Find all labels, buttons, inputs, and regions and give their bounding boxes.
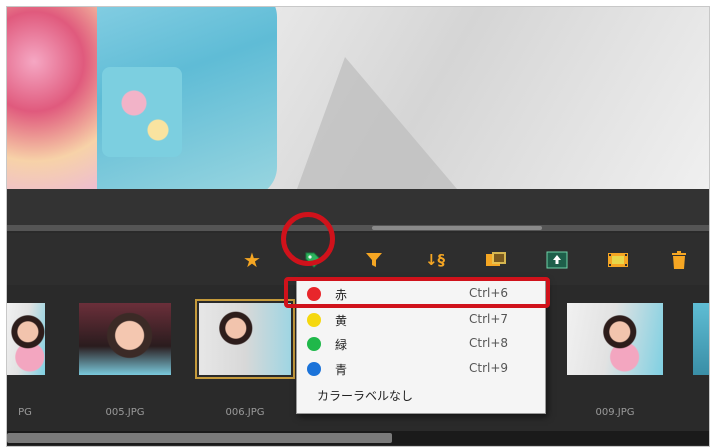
menu-item-yellow[interactable]: 黄 Ctrl+7 — [297, 308, 545, 332]
menu-item-blue[interactable]: 青 Ctrl+9 — [297, 357, 545, 381]
export-icon[interactable] — [546, 249, 568, 271]
sort-icon[interactable]: ↓§ — [424, 249, 446, 271]
menu-item-label: 緑 — [335, 338, 348, 352]
thumbnail-image — [567, 303, 663, 375]
photo-preview — [7, 7, 709, 189]
thumbnail-filename: PG — [18, 407, 32, 418]
thumbnail[interactable] — [7, 303, 45, 375]
color-label-tag-icon[interactable] — [302, 249, 324, 271]
star-icon[interactable]: ★ — [241, 249, 263, 271]
yellow-dot-icon — [307, 313, 321, 327]
red-dot-icon — [307, 287, 321, 301]
filter-icon[interactable] — [363, 249, 385, 271]
menu-item-red[interactable]: 赤 Ctrl+6 — [297, 282, 545, 306]
menu-item-shortcut: Ctrl+8 — [469, 336, 509, 350]
preview-scrollbar-thumb[interactable] — [372, 226, 542, 230]
menu-item-shortcut: Ctrl+6 — [469, 286, 509, 300]
menu-item-green[interactable]: 緑 Ctrl+8 — [297, 332, 545, 356]
thumbnail-filename: 006.JPG — [225, 407, 265, 418]
trash-icon[interactable] — [668, 249, 690, 271]
thumbnail[interactable] — [79, 303, 171, 375]
menu-item-shortcut: Ctrl+9 — [469, 361, 509, 375]
thumbnail-filename: 009.JPG — [595, 407, 635, 418]
preview-scrollbar[interactable] — [7, 225, 709, 231]
filmstrip-icon[interactable] — [607, 249, 629, 271]
menu-item-label: カラーラベルなし — [317, 389, 414, 403]
preview-kimono-left — [7, 7, 97, 189]
menu-item-label: 黄 — [335, 314, 348, 328]
preview-kimono-pattern — [102, 67, 182, 157]
thumbnail-filename: 005.JPG — [105, 407, 145, 418]
thumbnail-scrollbar[interactable] — [7, 431, 709, 445]
thumbnail-scrollbar-thumb[interactable] — [7, 433, 392, 443]
preview-bottom-band — [7, 189, 709, 227]
menu-item-shortcut: Ctrl+7 — [469, 312, 509, 326]
thumbnail-image — [199, 303, 291, 375]
color-label-menu: 赤 Ctrl+6 黄 Ctrl+7 緑 Ctrl+8 青 Ctrl+9 カラーラ… — [296, 278, 546, 414]
thumbnail[interactable] — [693, 303, 709, 375]
compare-icon[interactable] — [485, 249, 507, 271]
thumbnail-selected[interactable] — [195, 299, 295, 379]
blue-dot-icon — [307, 362, 321, 376]
thumbnail-image — [693, 303, 709, 375]
thumbnail[interactable] — [567, 303, 663, 375]
menu-item-label: 赤 — [335, 288, 348, 302]
thumbnail-image — [7, 303, 45, 375]
thumbnail-image — [79, 303, 171, 375]
green-dot-icon — [307, 337, 321, 351]
menu-item-no-label[interactable]: カラーラベルなし — [297, 383, 545, 407]
menu-item-label: 青 — [335, 363, 348, 377]
